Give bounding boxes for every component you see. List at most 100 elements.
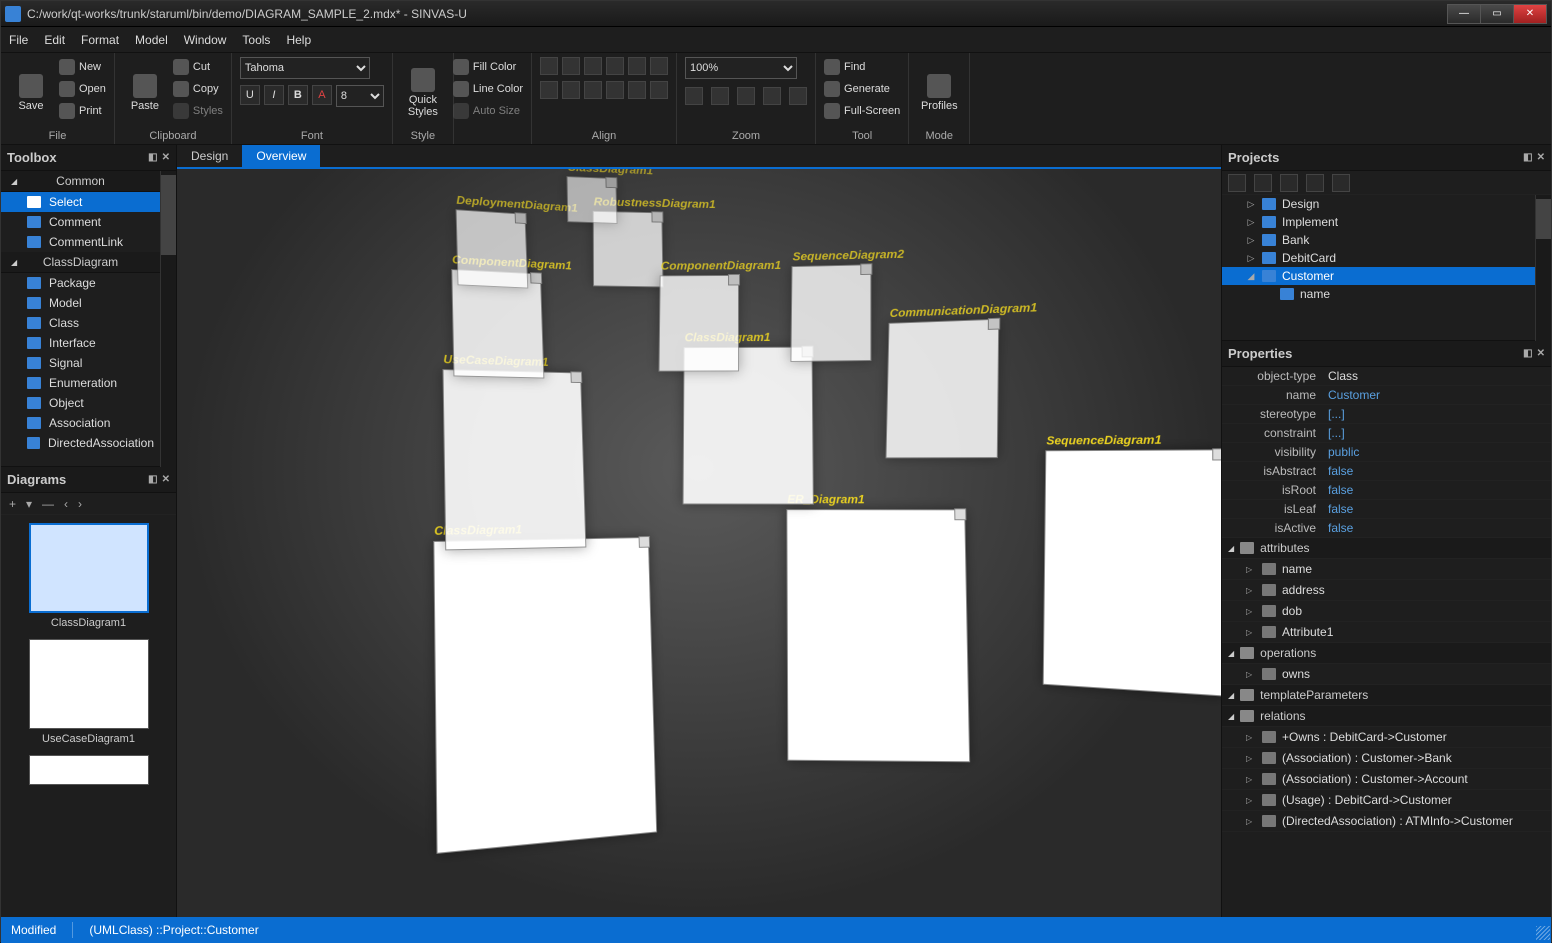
toolbox-item-object[interactable]: Object [1,393,160,413]
toolbox-item-signal[interactable]: Signal [1,353,160,373]
toolbox-category-common[interactable]: Common [1,171,160,192]
diagram-card[interactable]: SequenceDiagram2 [790,264,871,362]
property-row[interactable]: nameCustomer [1222,386,1551,405]
toolbox-item-association[interactable]: Association [1,413,160,433]
profiles-button[interactable]: Profiles [917,57,961,128]
zoom-btn[interactable] [711,87,729,105]
maximize-button[interactable]: ▭ [1480,4,1514,24]
diag-next-icon[interactable]: › [78,497,82,511]
property-child[interactable]: ▷address [1222,580,1551,601]
diagram-card[interactable]: ClassDiagram1 [567,176,618,224]
zoom-btn[interactable] [685,87,703,105]
property-row[interactable]: isLeaffalse [1222,500,1551,519]
align-btn[interactable] [584,81,602,99]
diagram-card[interactable]: SequenceDiagram1 [1043,449,1221,696]
font-color-button[interactable]: A [312,85,332,105]
toolbox-scrollbar[interactable] [160,171,176,467]
generate-button[interactable]: Generate [824,79,900,99]
zoom-select[interactable]: 100% [685,57,797,79]
toolbox-item-commentlink[interactable]: CommentLink [1,232,160,252]
property-row[interactable]: isActivefalse [1222,519,1551,538]
toolbox-item-class[interactable]: Class [1,313,160,333]
diagram-thumbnail[interactable] [9,755,168,785]
align-btn[interactable] [540,57,558,75]
open-button[interactable]: Open [59,79,106,99]
project-tree-row[interactable]: ◢Customer [1222,267,1535,285]
cut-button[interactable]: Cut [173,57,223,77]
underline-button[interactable]: U [240,85,260,105]
panel-pin-icon[interactable]: ◧ [1523,152,1532,163]
align-btn[interactable] [650,57,668,75]
property-child[interactable]: ▷Attribute1 [1222,622,1551,643]
property-child[interactable]: ▷dob [1222,601,1551,622]
font-size-select[interactable]: 8 [336,85,384,107]
auto-size-button[interactable]: Auto Size [453,101,523,121]
project-tree-row[interactable]: ▷Implement [1222,213,1535,231]
menu-window[interactable]: Window [184,33,227,47]
new-button[interactable]: New [59,57,106,77]
align-btn[interactable] [628,81,646,99]
proj-btn[interactable] [1306,174,1324,192]
bold-button[interactable]: B [288,85,308,105]
find-button[interactable]: Find [824,57,900,77]
diagram-card[interactable]: DeploymentDiagram1 [456,209,529,288]
quick-styles-button[interactable]: Quick Styles [401,57,445,128]
property-section[interactable]: ◢relations [1222,706,1551,727]
menu-tools[interactable]: Tools [242,33,270,47]
panel-close-icon[interactable]: ✕ [162,474,170,485]
diagram-card[interactable]: ComponentDiagram1 [658,275,739,372]
property-row[interactable]: isRootfalse [1222,481,1551,500]
toolbox-item-directedassociation[interactable]: DirectedAssociation [1,433,160,453]
align-btn[interactable] [650,81,668,99]
panel-pin-icon[interactable]: ◧ [1523,348,1532,359]
zoom-btn[interactable] [763,87,781,105]
property-child[interactable]: ▷owns [1222,664,1551,685]
toolbox-item-comment[interactable]: Comment [1,212,160,232]
proj-btn[interactable] [1332,174,1350,192]
diagram-thumbnail[interactable]: UseCaseDiagram1 [9,639,168,745]
project-tree-row[interactable]: name [1222,285,1535,303]
minimize-button[interactable]: — [1447,4,1481,24]
menu-format[interactable]: Format [81,33,119,47]
property-section[interactable]: ◢operations [1222,643,1551,664]
panel-pin-icon[interactable]: ◧ [148,474,157,485]
property-row[interactable]: isAbstractfalse [1222,462,1551,481]
menu-help[interactable]: Help [286,33,311,47]
diag-add-icon[interactable]: + [9,497,16,511]
diagrams-list[interactable]: ClassDiagram1 UseCaseDiagram1 [1,515,176,917]
menu-edit[interactable]: Edit [44,33,65,47]
property-row[interactable]: visibilitypublic [1222,443,1551,462]
diag-prev-icon[interactable]: ‹ [64,497,68,511]
property-row[interactable]: object-typeClass [1222,367,1551,386]
property-child[interactable]: ▷name [1222,559,1551,580]
close-button[interactable]: ✕ [1513,4,1547,24]
diag-dropdown-icon[interactable]: ▾ [26,497,32,511]
italic-button[interactable]: I [264,85,284,105]
diagram-card[interactable]: ClassDiagram1 [433,537,657,854]
proj-btn[interactable] [1280,174,1298,192]
toolbox-item-model[interactable]: Model [1,293,160,313]
proj-btn[interactable] [1254,174,1272,192]
property-child[interactable]: ▷(Usage) : DebitCard->Customer [1222,790,1551,811]
toolbox-category-classdiagram[interactable]: ClassDiagram [1,252,160,273]
diagram-card[interactable]: ER_Diagram1 [786,509,970,762]
line-color-button[interactable]: Line Color [453,79,523,99]
diagram-thumbnail[interactable]: ClassDiagram1 [9,523,168,629]
tab-overview[interactable]: Overview [242,145,320,167]
panel-pin-icon[interactable]: ◧ [148,152,157,163]
property-child[interactable]: ▷+Owns : DebitCard->Customer [1222,727,1551,748]
panel-close-icon[interactable]: ✕ [162,152,170,163]
toolbox-item-interface[interactable]: Interface [1,333,160,353]
property-child[interactable]: ▷(Association) : Customer->Bank [1222,748,1551,769]
align-btn[interactable] [540,81,558,99]
menu-file[interactable]: File [9,33,28,47]
diagram-card[interactable]: UseCaseDiagram1 [442,369,586,550]
fullscreen-button[interactable]: Full-Screen [824,101,900,121]
project-tree-row[interactable]: ▷Bank [1222,231,1535,249]
property-section[interactable]: ◢attributes [1222,538,1551,559]
panel-close-icon[interactable]: ✕ [1537,348,1545,359]
projects-scrollbar[interactable] [1535,195,1551,341]
resize-grip-icon[interactable] [1536,926,1550,940]
paste-button[interactable]: Paste [123,57,167,128]
toolbox-item-enumeration[interactable]: Enumeration [1,373,160,393]
